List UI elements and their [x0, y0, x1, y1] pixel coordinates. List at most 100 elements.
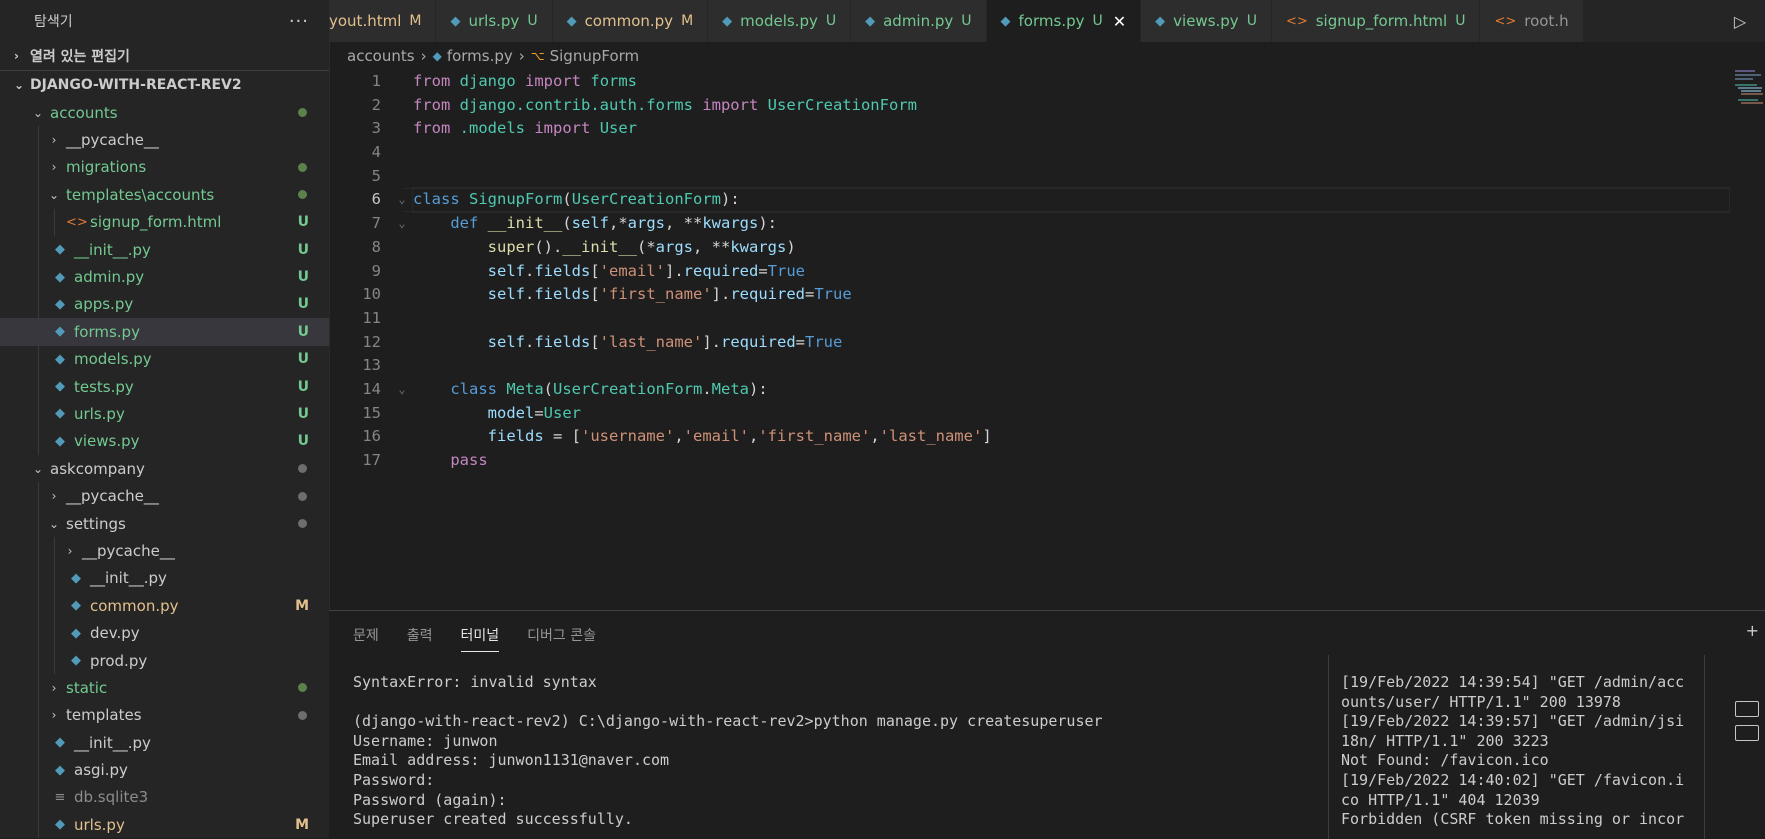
tree-folder[interactable]: › static: [0, 674, 329, 702]
panel-tab[interactable]: 출력: [407, 615, 433, 651]
tree-file[interactable]: ◆ prod.py: [0, 646, 329, 675]
terminal-instance-icon[interactable]: [1735, 725, 1759, 741]
code-line[interactable]: 4: [329, 141, 1729, 165]
editor-tab[interactable]: ◆ urls.py U: [436, 0, 553, 42]
code-line[interactable]: 12 self.fields['last_name'].required=Tru…: [329, 331, 1729, 355]
code-line[interactable]: 5: [329, 165, 1729, 189]
tree-file[interactable]: ◆ common.py M: [0, 592, 329, 620]
tree-file[interactable]: ◆ urls.py U: [0, 400, 329, 428]
tree-file[interactable]: ◆ admin.py U: [0, 263, 329, 291]
breadcrumb-symbol[interactable]: SignupForm: [550, 47, 640, 65]
code-line[interactable]: 7 ⌄ def __init__(self,*args, **kwargs):: [329, 212, 1729, 236]
fold-chevron-icon[interactable]: ⌄: [391, 212, 413, 236]
tree-folder[interactable]: ⌄ askcompany: [0, 455, 329, 482]
tree-file[interactable]: ◆ asgi.py: [0, 756, 329, 784]
code-token: ,: [674, 427, 684, 446]
tree-file[interactable]: <> signup_form.html U: [0, 208, 329, 236]
tree-item-label: static: [66, 678, 108, 697]
tree-folder[interactable]: › __pycache__: [0, 126, 329, 154]
project-name: DJANGO-WITH-REACT-REV2: [30, 77, 242, 93]
tree-file[interactable]: ◆ models.py U: [0, 345, 329, 373]
code-text: def __init__(self,*args, **kwargs):: [413, 212, 1729, 236]
code-line[interactable]: 14 ⌄ class Meta(UserCreationForm.Meta):: [329, 378, 1729, 402]
code-line[interactable]: 3 from .models import User: [329, 117, 1729, 141]
code-token: kwargs: [702, 214, 759, 233]
tree-folder[interactable]: ⌄ settings: [0, 509, 329, 538]
code-line[interactable]: 13: [329, 354, 1729, 378]
code-line[interactable]: 17 pass: [329, 449, 1729, 473]
code-line[interactable]: 16 fields = ['username','email','first_n…: [329, 425, 1729, 449]
python-file-icon: ◆: [55, 296, 65, 312]
tree-folder[interactable]: › templates: [0, 701, 329, 729]
code-line[interactable]: 10 self.fields['first_name'].required=Tr…: [329, 283, 1729, 307]
tree-file[interactable]: ◆ __init__.py: [0, 728, 329, 757]
tab-label: views.py: [1173, 12, 1239, 30]
tree-file[interactable]: ◆ views.py U: [0, 427, 329, 456]
new-terminal-icon[interactable]: +: [1746, 621, 1759, 640]
breadcrumb-folder[interactable]: accounts: [347, 47, 415, 65]
tab-label: forms.py: [1018, 12, 1085, 30]
tree-folder[interactable]: › migrations: [0, 153, 329, 182]
editor-tab[interactable]: ◆ views.py U: [1141, 0, 1272, 42]
chevron-right-icon: ›: [14, 49, 19, 63]
code-line[interactable]: 9 self.fields['email'].required=True: [329, 260, 1729, 284]
project-section[interactable]: ⌄ DJANGO-WITH-REACT-REV2: [0, 71, 329, 99]
code-editor[interactable]: 1 from django import forms 2 from django.co…: [329, 70, 1730, 610]
tree-file[interactable]: ◆ forms.py U: [0, 318, 329, 346]
code-token: 'last_name': [599, 332, 703, 351]
code-line[interactable]: 1 from django import forms: [329, 70, 1729, 94]
editor-tab[interactable]: ◆ admin.py U: [851, 0, 987, 42]
editor-tab[interactable]: ◆ models.py U: [708, 0, 852, 42]
code-token: self: [571, 214, 609, 233]
code-token: model: [487, 403, 535, 422]
code-line[interactable]: 8 super().__init__(*args, **kwargs): [329, 236, 1729, 260]
python-file-icon: ◆: [55, 351, 65, 367]
code-token: 'first_name': [758, 427, 871, 446]
fold-chevron-icon[interactable]: ⌄: [391, 378, 413, 402]
code-line[interactable]: 2 from django.contrib.auth.forms import U…: [329, 94, 1729, 118]
terminal-line: Email address: junwon1131@naver.com: [353, 751, 670, 770]
code-token: import: [525, 72, 582, 90]
code-line[interactable]: 11: [329, 307, 1729, 331]
tree-folder[interactable]: ⌄ accounts: [0, 99, 329, 126]
editor-tab[interactable]: ◆ forms.py U ✕: [986, 0, 1142, 42]
code-token: .: [524, 285, 535, 304]
current-line-highlight: [403, 188, 1729, 213]
tree-folder[interactable]: › __pycache__: [0, 537, 329, 565]
minimap[interactable]: [1729, 70, 1765, 110]
tree-file[interactable]: ≡ db.sqlite3: [0, 783, 329, 812]
tree-file[interactable]: ◆ dev.py: [0, 619, 329, 647]
code-token: class: [450, 379, 497, 398]
tree-file[interactable]: ◆ apps.py U: [0, 290, 329, 319]
tree-file[interactable]: ◆ __init__.py: [0, 564, 329, 593]
code-line[interactable]: 15 model=User: [329, 402, 1729, 426]
editor-tab[interactable]: <> root.h: [1480, 0, 1584, 42]
code-token: User: [543, 403, 581, 422]
terminal-output[interactable]: SyntaxError: invalid syntax (django-with-…: [353, 673, 1313, 830]
open-editors-section[interactable]: › 열려 있는 편집기: [0, 42, 329, 70]
breadcrumb-file[interactable]: forms.py: [447, 47, 513, 65]
editor-tab[interactable]: ◆ common.py M: [552, 0, 709, 42]
tree-file[interactable]: ◆ __init__.py U: [0, 235, 329, 264]
editor-tab[interactable]: <> signup_form.html U: [1271, 0, 1481, 42]
panel-tab[interactable]: 문제: [353, 615, 379, 651]
terminal-split-output[interactable]: [19/Feb/2022 14:39:54] "GET /admin/acc ou…: [1328, 655, 1686, 839]
tree-file[interactable]: ◆ tests.py U: [0, 372, 329, 401]
line-number: 2: [371, 95, 381, 114]
server-log-line: Not Found: /favicon.ico: [1341, 751, 1549, 770]
code-token: super: [487, 237, 535, 256]
more-actions-icon[interactable]: ···: [289, 11, 309, 32]
code-line[interactable]: 6 ⌄ class SignupForm(UserCreationForm):: [329, 187, 1730, 214]
tree-file[interactable]: ◆ urls.py M: [0, 811, 329, 838]
terminal-instance-icon[interactable]: [1735, 701, 1759, 717]
panel-tab[interactable]: 디버그 콘솔: [527, 615, 596, 651]
tree-folder[interactable]: › __pycache__: [0, 482, 329, 510]
panel-tab[interactable]: 터미널: [460, 615, 500, 652]
editor-tab[interactable]: yout.html M: [329, 0, 437, 42]
close-icon[interactable]: ✕: [1113, 12, 1126, 31]
tree-folder[interactable]: ⌄ templates\accounts: [0, 181, 329, 209]
run-button[interactable]: ▷: [1715, 0, 1765, 42]
